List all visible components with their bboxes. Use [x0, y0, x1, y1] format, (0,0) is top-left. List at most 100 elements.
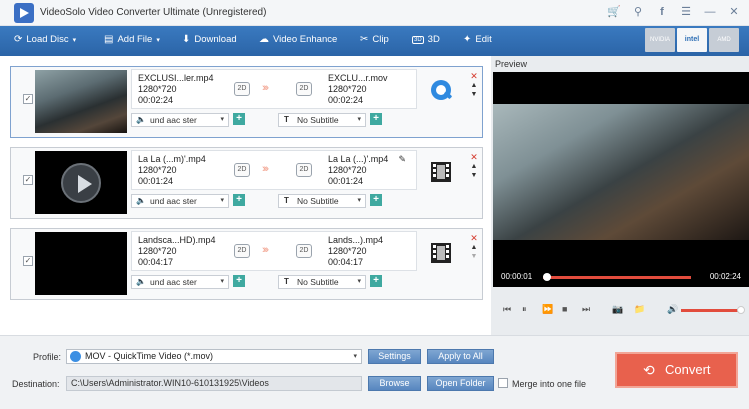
quicktime-format-icon[interactable] [429, 78, 455, 104]
volume-icon[interactable]: 🔊 [667, 304, 678, 315]
video-thumbnail[interactable] [35, 232, 127, 295]
3d-icon: 3D [412, 35, 424, 44]
skip-forward-icon[interactable]: ⏭ [582, 304, 590, 315]
convert-button[interactable]: ⟲ Convert [615, 352, 738, 388]
add-subtitle-button[interactable]: + [370, 275, 382, 287]
audio-track-select[interactable]: 🔈 und aac ster ▾ [131, 194, 229, 208]
thermometer-icon[interactable]: ⚲ [631, 5, 645, 19]
source-duration: 00:02:24 [138, 95, 174, 105]
volume-handle[interactable] [737, 306, 745, 314]
preview-frame [493, 104, 749, 240]
minimize-icon[interactable]: — [703, 5, 717, 19]
snapshot-icon[interactable]: 📷 [612, 304, 623, 315]
move-up-icon[interactable]: ▲ [469, 243, 479, 252]
add-file-button[interactable]: ▤ Add File ▾ [104, 34, 160, 45]
profile-select[interactable]: MOV - QuickTime Video (*.mov) ▾ [66, 349, 362, 364]
subtitle-select[interactable]: T No Subtitle ▾ [278, 275, 366, 289]
video-thumbnail[interactable] [35, 70, 127, 133]
file-checkbox[interactable]: ✓ [23, 256, 33, 266]
settings-button[interactable]: Settings [368, 349, 421, 364]
preview-screen[interactable]: 00:00:01 00:02:24 [493, 72, 749, 287]
browse-button[interactable]: Browse [368, 376, 421, 391]
source-filename: Landsca...HD).mp4 [138, 235, 216, 245]
remove-file-icon[interactable]: ✕ [469, 71, 479, 81]
file-row[interactable]: ✓ La La (...m)'.mp4 1280*720 00:01:24 2D… [10, 147, 483, 219]
menu-icon[interactable]: ☰ [679, 5, 693, 19]
folder-icon[interactable]: 📁 [634, 304, 645, 315]
3d-button[interactable]: 3D 3D [412, 34, 440, 45]
chevron-down-icon: ▾ [353, 353, 357, 360]
add-subtitle-button[interactable]: + [370, 194, 382, 206]
title-bar: VideoSolo Video Converter Ultimate (Unre… [0, 0, 749, 26]
volume-slider[interactable] [681, 309, 739, 312]
apply-to-all-button[interactable]: Apply to All [427, 349, 494, 364]
pause-icon[interactable]: ⏸ [522, 304, 527, 315]
disc-icon: ⟳ [14, 34, 23, 45]
facebook-icon[interactable]: f [655, 5, 669, 19]
subtitle-select[interactable]: T No Subtitle ▾ [278, 194, 366, 208]
download-icon: ⬇ [182, 34, 191, 45]
speaker-icon: 🔈 [136, 277, 146, 286]
seek-bar[interactable] [543, 276, 691, 279]
source-resolution: 1280*720 [138, 246, 177, 256]
source-resolution: 1280*720 [138, 84, 177, 94]
source-2d-badge: 2D [234, 163, 250, 177]
speaker-icon: 🔈 [136, 115, 146, 124]
clip-button[interactable]: ✂ Clip [360, 34, 389, 45]
main-toolbar: ⟳ Load Disc ▾ ▤ Add File ▾ ⬇ Download ☁ … [0, 26, 749, 56]
file-row[interactable]: ✓ Landsca...HD).mp4 1280*720 00:04:17 2D… [10, 228, 483, 300]
subtitle-select[interactable]: T No Subtitle ▾ [278, 113, 366, 127]
output-filename: EXCLU...r.mov [328, 73, 388, 83]
film-format-icon[interactable] [429, 159, 455, 185]
file-info: Landsca...HD).mp4 1280*720 00:04:17 2D ›… [131, 231, 417, 271]
move-down-icon[interactable]: ▼ [469, 90, 479, 99]
cart-icon[interactable]: 🛒 [607, 5, 621, 19]
file-info: EXCLUSI...ler.mp4 1280*720 00:02:24 2D ›… [131, 69, 417, 109]
skip-back-icon[interactable]: ⏮ [503, 304, 511, 315]
file-checkbox[interactable]: ✓ [23, 175, 33, 185]
video-enhance-button[interactable]: ☁ Video Enhance [259, 34, 337, 45]
source-filename: La La (...m)'.mp4 [138, 154, 206, 164]
file-checkbox[interactable]: ✓ [23, 94, 33, 104]
add-audio-button[interactable]: + [233, 275, 245, 287]
chevron-down-icon: ▾ [220, 197, 224, 204]
source-filename: EXCLUSI...ler.mp4 [138, 73, 214, 83]
play-icon[interactable] [61, 163, 101, 203]
fast-forward-icon[interactable]: ⏩ [542, 304, 553, 315]
destination-input[interactable]: C:\Users\Administrator.WIN10-610131925\V… [66, 376, 362, 391]
output-duration: 00:02:24 [328, 95, 364, 105]
download-button[interactable]: ⬇ Download [182, 34, 237, 45]
subtitle-icon: T [284, 115, 289, 124]
close-icon[interactable]: ✕ [727, 5, 741, 19]
pencil-icon[interactable]: ✎ [398, 154, 406, 165]
total-time: 00:02:24 [709, 272, 741, 281]
audio-track-select[interactable]: 🔈 und aac ster ▾ [131, 113, 229, 127]
speaker-icon: 🔈 [136, 196, 146, 205]
stop-icon[interactable]: ■ [562, 304, 567, 314]
app-logo-icon [14, 3, 34, 23]
output-duration: 00:01:24 [328, 176, 364, 186]
move-up-icon[interactable]: ▲ [469, 81, 479, 90]
remove-file-icon[interactable]: ✕ [469, 152, 479, 162]
open-folder-button[interactable]: Open Folder [427, 376, 494, 391]
file-row[interactable]: ✓ EXCLUSI...ler.mp4 1280*720 00:02:24 2D… [10, 66, 483, 138]
move-down-icon[interactable]: ▼ [469, 252, 479, 261]
chevron-down-icon: ▾ [72, 36, 77, 44]
add-audio-button[interactable]: + [233, 113, 245, 125]
video-thumbnail[interactable] [35, 151, 127, 214]
remove-file-icon[interactable]: ✕ [469, 233, 479, 243]
edit-button[interactable]: ✦ Edit [463, 34, 492, 45]
output-duration: 00:04:17 [328, 257, 364, 267]
output-2d-badge: 2D [296, 82, 312, 96]
add-subtitle-button[interactable]: + [370, 113, 382, 125]
audio-track-select[interactable]: 🔈 und aac ster ▾ [131, 275, 229, 289]
load-disc-button[interactable]: ⟳ Load Disc ▾ [14, 34, 76, 45]
seek-handle[interactable] [543, 273, 551, 281]
move-up-icon[interactable]: ▲ [469, 162, 479, 171]
move-down-icon[interactable]: ▼ [469, 171, 479, 180]
film-format-icon[interactable] [429, 240, 455, 266]
source-2d-badge: 2D [234, 82, 250, 96]
current-time: 00:00:01 [501, 272, 533, 281]
add-audio-button[interactable]: + [233, 194, 245, 206]
merge-checkbox[interactable] [498, 378, 508, 388]
